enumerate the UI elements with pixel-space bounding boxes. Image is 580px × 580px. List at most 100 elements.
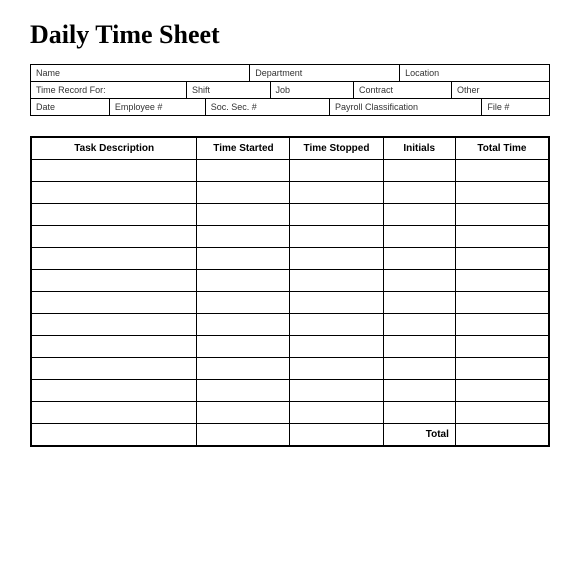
table-cell xyxy=(32,292,197,314)
table-cell xyxy=(455,292,548,314)
table-cell xyxy=(383,380,455,402)
table-cell xyxy=(197,226,290,248)
table-cell xyxy=(455,204,548,226)
payroll-label: Payroll Classification xyxy=(335,102,476,112)
table-cell xyxy=(197,336,290,358)
total-row: Total xyxy=(32,424,549,446)
job-label: Job xyxy=(276,85,349,95)
other-cell: Other xyxy=(452,82,549,98)
other-label: Other xyxy=(457,85,544,95)
table-cell xyxy=(383,402,455,424)
table-cell xyxy=(383,248,455,270)
table-cell xyxy=(32,204,197,226)
table-cell xyxy=(455,380,548,402)
table-cell xyxy=(197,204,290,226)
table-cell xyxy=(290,336,383,358)
date-cell: Date xyxy=(31,99,110,115)
table-cell xyxy=(383,314,455,336)
table-cell xyxy=(383,358,455,380)
shift-label: Shift xyxy=(192,85,265,95)
task-header-row: Task Description Time Started Time Stopp… xyxy=(32,138,549,160)
table-cell xyxy=(290,402,383,424)
table-cell xyxy=(383,160,455,182)
table-cell xyxy=(32,336,197,358)
soc-cell: Soc. Sec. # xyxy=(206,99,330,115)
file-label: File # xyxy=(487,102,544,112)
payroll-cell: Payroll Classification xyxy=(330,99,482,115)
table-cell xyxy=(455,336,548,358)
table-cell xyxy=(32,160,197,182)
soc-label: Soc. Sec. # xyxy=(211,102,324,112)
table-cell xyxy=(32,314,197,336)
employee-label: Employee # xyxy=(115,102,200,112)
name-cell: Name xyxy=(31,65,250,81)
header-section: Name Department Location Time Record For… xyxy=(30,64,550,116)
employee-cell: Employee # xyxy=(110,99,206,115)
location-cell: Location xyxy=(400,65,549,81)
contract-cell: Contract xyxy=(354,82,452,98)
table-cell xyxy=(383,226,455,248)
table-cell xyxy=(383,182,455,204)
table-cell xyxy=(455,358,548,380)
table-cell xyxy=(383,292,455,314)
table-cell xyxy=(383,336,455,358)
table-row xyxy=(32,402,549,424)
location-label: Location xyxy=(405,68,544,78)
name-label: Name xyxy=(36,68,244,78)
table-row xyxy=(32,270,549,292)
table-cell xyxy=(455,248,548,270)
table-cell xyxy=(197,402,290,424)
col-stopped-header: Time Stopped xyxy=(290,138,383,160)
table-cell xyxy=(32,182,197,204)
table-cell xyxy=(197,358,290,380)
header-row-1: Name Department Location xyxy=(31,65,549,82)
table-cell xyxy=(455,314,548,336)
col-initials-header: Initials xyxy=(383,138,455,160)
file-cell: File # xyxy=(482,99,549,115)
total-label: Total xyxy=(383,424,455,446)
table-row xyxy=(32,380,549,402)
table-cell xyxy=(197,292,290,314)
table-cell xyxy=(290,380,383,402)
table-cell xyxy=(290,314,383,336)
table-cell xyxy=(455,270,548,292)
col-total-header: Total Time xyxy=(455,138,548,160)
department-label: Department xyxy=(255,68,394,78)
department-cell: Department xyxy=(250,65,400,81)
table-cell xyxy=(290,182,383,204)
table-cell xyxy=(290,226,383,248)
page-title: Daily Time Sheet xyxy=(30,20,550,50)
table-cell xyxy=(32,248,197,270)
table-cell xyxy=(290,160,383,182)
table-cell xyxy=(290,358,383,380)
table-row xyxy=(32,358,549,380)
timerecord-cell: Time Record For: xyxy=(31,82,187,98)
table-cell xyxy=(32,380,197,402)
total-cell xyxy=(32,424,197,446)
table-cell xyxy=(455,402,548,424)
total-cell xyxy=(197,424,290,446)
col-started-header: Time Started xyxy=(197,138,290,160)
table-cell xyxy=(197,314,290,336)
header-row-2: Time Record For: Shift Job Contract Othe… xyxy=(31,82,549,99)
table-cell xyxy=(32,270,197,292)
task-table: Task Description Time Started Time Stopp… xyxy=(31,137,549,446)
contract-label: Contract xyxy=(359,85,446,95)
shift-cell: Shift xyxy=(187,82,271,98)
col-task-header: Task Description xyxy=(32,138,197,160)
header-row-3: Date Employee # Soc. Sec. # Payroll Clas… xyxy=(31,99,549,115)
table-cell xyxy=(32,402,197,424)
table-cell xyxy=(197,182,290,204)
table-cell xyxy=(197,160,290,182)
table-cell xyxy=(455,226,548,248)
table-cell xyxy=(197,248,290,270)
table-cell xyxy=(455,160,548,182)
table-cell xyxy=(290,270,383,292)
table-row xyxy=(32,204,549,226)
table-cell xyxy=(197,270,290,292)
table-cell xyxy=(290,292,383,314)
timerecord-label: Time Record For: xyxy=(36,85,181,95)
table-row xyxy=(32,226,549,248)
task-section: Task Description Time Started Time Stopp… xyxy=(30,136,550,447)
table-row xyxy=(32,336,549,358)
